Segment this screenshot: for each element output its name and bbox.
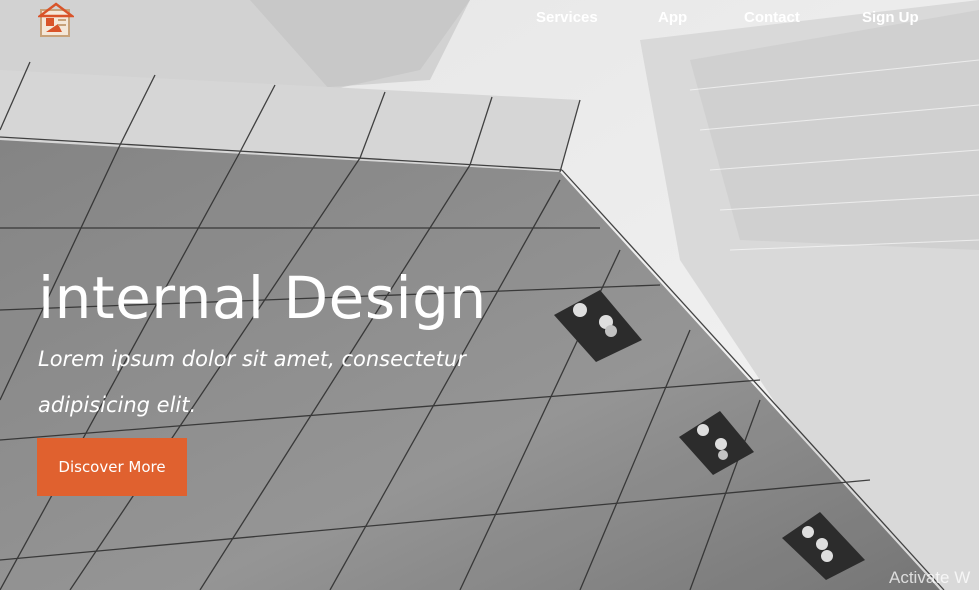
activation-watermark: Activate W — [889, 568, 971, 587]
nav-link-sign-up[interactable]: Sign Up — [862, 9, 919, 26]
discover-more-button[interactable]: Discover More — [37, 438, 187, 496]
main-nav: Services App Contact Sign Up — [0, 9, 979, 29]
nav-link-app[interactable]: App — [658, 9, 687, 26]
hero-title: internal Design — [38, 264, 487, 332]
nav-link-services[interactable]: Services — [536, 9, 598, 26]
nav-link-contact[interactable]: Contact — [744, 9, 800, 26]
hero-subtitle: Lorem ipsum dolor sit amet, consectetur … — [38, 347, 466, 417]
